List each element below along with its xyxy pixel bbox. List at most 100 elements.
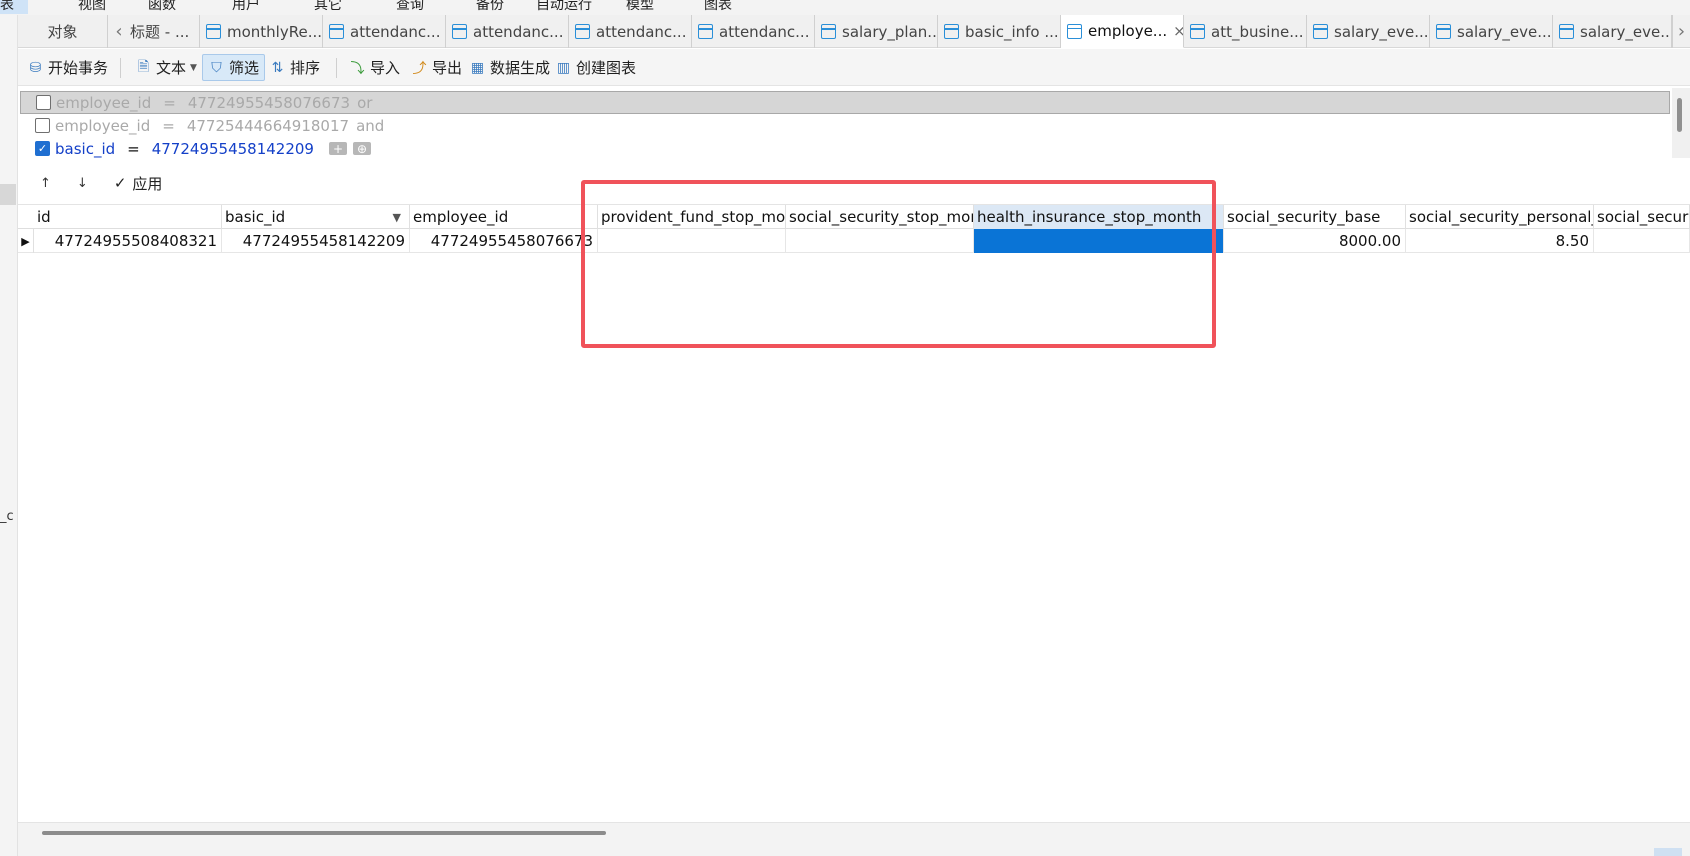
menu-item-function[interactable]: 函数 bbox=[148, 0, 176, 14]
sort-label: 排序 bbox=[290, 59, 321, 77]
table-icon bbox=[821, 24, 836, 39]
filter-checkbox-checked[interactable]: ✓ bbox=[35, 141, 50, 156]
menu-item-automation[interactable]: 自动运行 bbox=[536, 0, 592, 14]
import-icon: ⤵ bbox=[350, 60, 365, 77]
menu-item-model[interactable]: 模型 bbox=[626, 0, 654, 14]
filter-conjunction[interactable]: or bbox=[357, 94, 372, 112]
tab-salary-event-1[interactable]: salary_eve... bbox=[1307, 15, 1430, 48]
tab-attendance-2[interactable]: attendanc... bbox=[446, 15, 569, 48]
menu-item-chart[interactable]: 图表 bbox=[704, 0, 732, 14]
gutter-selection bbox=[0, 184, 16, 205]
menu-item-backup[interactable]: 备份 bbox=[476, 0, 504, 14]
tab-salary-event-2[interactable]: salary_eve... bbox=[1430, 15, 1553, 48]
tab-label: basic_info ... bbox=[965, 22, 1059, 41]
table-grid-icon: ▦ bbox=[470, 59, 485, 76]
tab-basic-info[interactable]: basic_info ... bbox=[938, 15, 1061, 48]
column-header-basic-id[interactable]: basic_id ▼ bbox=[222, 205, 410, 229]
menu-item-view[interactable]: 视图 bbox=[78, 0, 106, 14]
filter-scrollbar[interactable] bbox=[1672, 88, 1690, 158]
column-header-employee-id[interactable]: employee_id bbox=[410, 205, 598, 229]
tab-attendance-3[interactable]: attendanc... bbox=[569, 15, 692, 48]
cell-social-security-more[interactable] bbox=[1594, 229, 1690, 253]
add-group-icon[interactable]: ⊕ bbox=[352, 142, 371, 156]
tab-salary-plan[interactable]: salary_plan... bbox=[815, 15, 938, 48]
tab-scroll-left-icon[interactable]: ‹ bbox=[110, 15, 128, 48]
export-label: 导出 bbox=[432, 59, 463, 77]
text-view-label: 文本 bbox=[156, 59, 187, 77]
filter-checkbox[interactable] bbox=[36, 95, 51, 110]
close-icon[interactable]: × bbox=[1173, 22, 1183, 40]
table-icon bbox=[206, 24, 221, 39]
cell-social-security-base[interactable]: 8000.00 bbox=[1224, 229, 1406, 253]
tab-monthly[interactable]: monthlyRe... bbox=[200, 15, 323, 48]
cell-basic-id[interactable]: 47724955458142209 bbox=[222, 229, 410, 253]
text-view-button[interactable]: 🗎 文本 ▼ bbox=[130, 54, 202, 81]
filter-value[interactable]: 47724955458076673 bbox=[188, 94, 350, 112]
tab-attendance-4[interactable]: attendanc... bbox=[692, 15, 815, 48]
data-generation-button[interactable]: ▦ 数据生成 bbox=[464, 54, 555, 81]
table-icon bbox=[1559, 24, 1574, 39]
move-up-icon[interactable]: ↑ bbox=[40, 176, 51, 191]
apply-filter-button[interactable]: ✓ 应用 bbox=[114, 173, 163, 194]
column-header-social-security-stop[interactable]: social_security_stop_mon bbox=[786, 205, 974, 229]
menu-item-table[interactable]: 表 bbox=[0, 0, 28, 14]
tab-objects[interactable]: 对象 bbox=[18, 15, 108, 48]
import-button[interactable]: ⤵ 导入 bbox=[344, 54, 405, 81]
tab-label: salary_eve... bbox=[1580, 22, 1672, 41]
cell-provident-fund-stop[interactable] bbox=[598, 229, 786, 253]
sort-button[interactable]: ⇅ 排序 bbox=[264, 54, 325, 81]
export-button[interactable]: ⤴ 导出 bbox=[406, 54, 467, 81]
tab-scroll-right-icon[interactable]: › bbox=[1672, 15, 1690, 48]
filter-operator[interactable]: = bbox=[127, 140, 140, 158]
filter-button[interactable]: ⛉ 筛选 bbox=[202, 54, 266, 81]
filter-field[interactable]: basic_id bbox=[55, 140, 115, 158]
horizontal-scrollbar-thumb[interactable] bbox=[42, 831, 606, 835]
filter-row-3[interactable]: ✓ basic_id = 47724955458142209 + ⊕ bbox=[20, 137, 1670, 160]
create-chart-button[interactable]: ▥ 创建图表 bbox=[550, 54, 641, 81]
column-header-id[interactable]: id bbox=[34, 205, 222, 229]
filter-operator[interactable]: = bbox=[162, 117, 175, 135]
cell-social-security-personal[interactable]: 8.50 bbox=[1406, 229, 1594, 253]
menu-item-query[interactable]: 查询 bbox=[396, 0, 424, 14]
menu-item-user[interactable]: 用户 bbox=[232, 0, 260, 14]
filter-scrollbar-thumb[interactable] bbox=[1677, 98, 1682, 132]
filter-field[interactable]: employee_id bbox=[56, 94, 151, 112]
chevron-down-icon[interactable]: ▼ bbox=[190, 63, 197, 73]
filter-checkbox[interactable] bbox=[35, 118, 50, 133]
move-down-icon[interactable]: ↓ bbox=[77, 176, 88, 191]
filter-row-1[interactable]: employee_id = 47724955458076673 or bbox=[20, 91, 1670, 114]
cell-social-security-stop[interactable] bbox=[786, 229, 974, 253]
column-header-provident-fund-stop[interactable]: provident_fund_stop_mo bbox=[598, 205, 786, 229]
begin-transaction-label: 开始事务 bbox=[48, 59, 109, 77]
filter-operator[interactable]: = bbox=[163, 94, 176, 112]
column-header-social-security-more[interactable]: social_securi bbox=[1594, 205, 1690, 229]
filter-value[interactable]: 47724955458142209 bbox=[152, 140, 314, 158]
filter-conjunction[interactable]: and bbox=[356, 117, 384, 135]
tab-employee[interactable]: employe... × bbox=[1061, 15, 1184, 48]
add-condition-icon[interactable]: + bbox=[328, 142, 347, 156]
cell-health-insurance-stop[interactable] bbox=[974, 229, 1224, 253]
table-icon bbox=[1436, 24, 1451, 39]
filter-row-2[interactable]: employee_id = 47725444664918017 and bbox=[20, 114, 1670, 137]
column-header-health-insurance-stop[interactable]: health_insurance_stop_month bbox=[974, 205, 1224, 229]
document-icon: 🗎 bbox=[137, 58, 150, 75]
tab-salary-event-3[interactable]: salary_eve... bbox=[1553, 15, 1672, 48]
cell-id[interactable]: 47724955508408321 bbox=[34, 229, 222, 253]
filter-value[interactable]: 47725444664918017 bbox=[187, 117, 349, 135]
menu-item-other[interactable]: 其它 bbox=[314, 0, 342, 14]
horizontal-scrollbar[interactable] bbox=[18, 822, 1690, 856]
tab-label: attendanc... bbox=[596, 22, 687, 41]
data-grid: id basic_id ▼ employee_id provident_fund… bbox=[18, 204, 1690, 824]
table-row[interactable]: ▶ 47724955508408321 47724955458142209 47… bbox=[18, 229, 1690, 253]
database-icon: ⛁ bbox=[29, 59, 42, 76]
cell-employee-id[interactable]: 47724955458076673 bbox=[410, 229, 598, 253]
bar-chart-icon: ▥ bbox=[556, 59, 571, 76]
tab-label: employe... bbox=[1088, 22, 1168, 40]
column-header-social-security-personal[interactable]: social_security_personal_r bbox=[1406, 205, 1594, 229]
filter-field[interactable]: employee_id bbox=[55, 117, 150, 135]
begin-transaction-button[interactable]: ⛁ 开始事务 bbox=[22, 54, 113, 81]
tab-attendance-1[interactable]: attendanc... bbox=[323, 15, 446, 48]
tab-untitled[interactable]: 标题 - ... bbox=[130, 15, 200, 48]
column-header-social-security-base[interactable]: social_security_base bbox=[1224, 205, 1406, 229]
tab-att-business[interactable]: att_busine... bbox=[1184, 15, 1307, 48]
